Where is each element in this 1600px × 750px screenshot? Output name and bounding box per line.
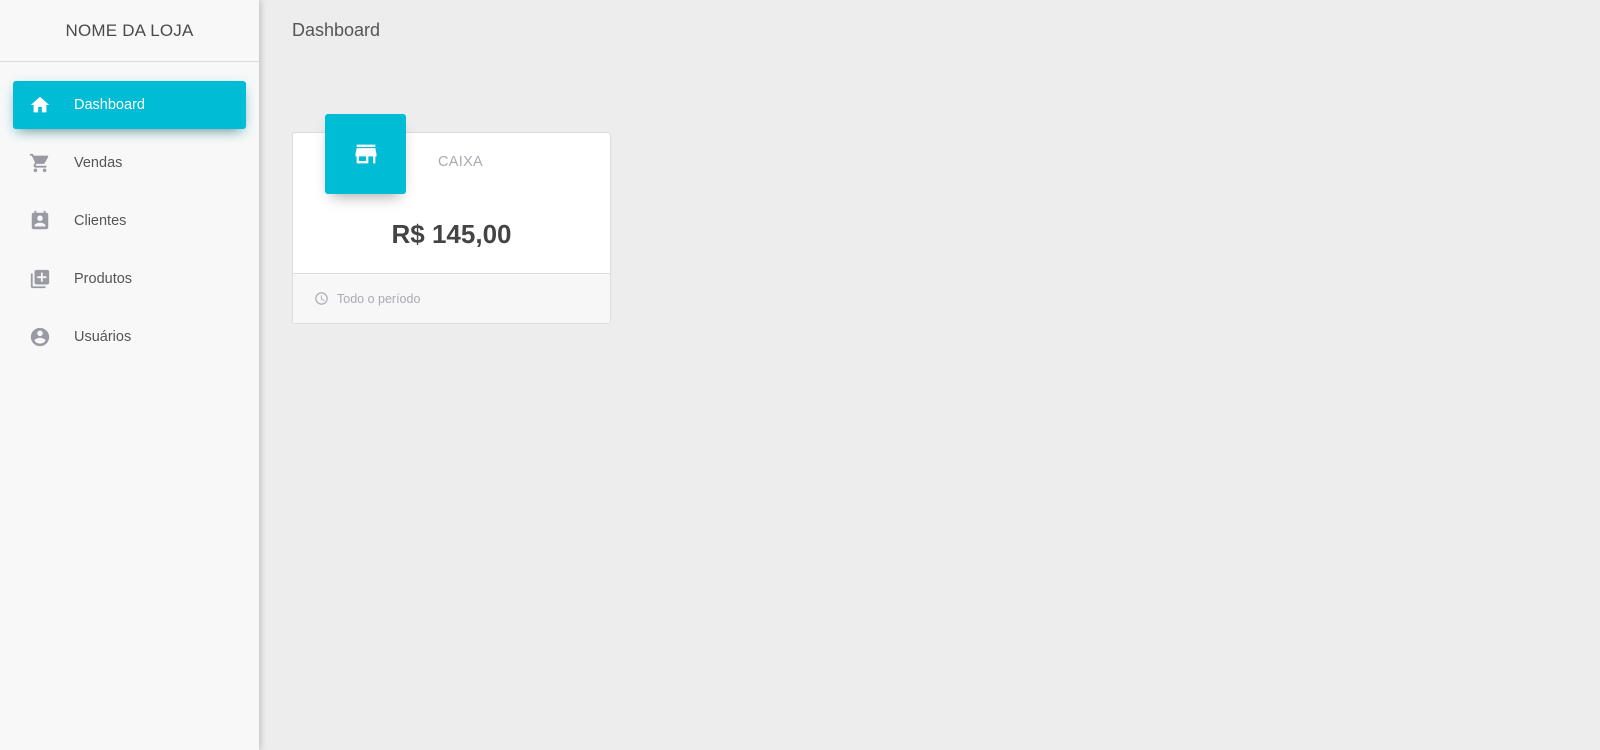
- sidebar-item-label: Vendas: [74, 155, 123, 171]
- store-icon: [325, 114, 406, 194]
- card-value: R$ 145,00: [391, 219, 512, 249]
- sidebar-item-label: Usuários: [74, 329, 132, 345]
- sidebar-item-vendas[interactable]: Vendas: [13, 139, 246, 187]
- card-category: CAIXA: [438, 154, 484, 170]
- main-content: Dashboard CAIXA R$ 145,00 Todo o período: [259, 0, 1600, 750]
- sidebar-item-label: Produtos: [74, 271, 133, 287]
- sidebar-item-label: Clientes: [74, 213, 127, 229]
- stats-card: CAIXA R$ 145,00 Todo o período: [292, 114, 611, 324]
- sidebar-nav: Dashboard Vendas Clientes Produtos Usuár…: [0, 62, 259, 361]
- sidebar-item-clientes[interactable]: Clientes: [13, 197, 246, 245]
- card-footer: Todo o período: [293, 273, 610, 323]
- page-title: Dashboard: [292, 20, 381, 40]
- cart-icon: [28, 151, 52, 175]
- card-footer-text: Todo o período: [337, 291, 421, 306]
- sidebar-item-usuarios[interactable]: Usuários: [13, 313, 246, 361]
- sidebar-item-dashboard[interactable]: Dashboard: [13, 81, 246, 129]
- clock-icon: [313, 291, 329, 307]
- sidebar: NOME DA LOJA Dashboard Vendas Clientes P…: [0, 0, 259, 750]
- sidebar-item-produtos[interactable]: Produtos: [13, 255, 246, 303]
- home-icon: [28, 93, 52, 117]
- library-books-icon: [28, 267, 52, 291]
- store-name[interactable]: NOME DA LOJA: [0, 0, 259, 62]
- sidebar-item-label: Dashboard: [74, 97, 145, 113]
- contact-card-icon: [28, 209, 52, 233]
- account-circle-icon: [28, 325, 52, 349]
